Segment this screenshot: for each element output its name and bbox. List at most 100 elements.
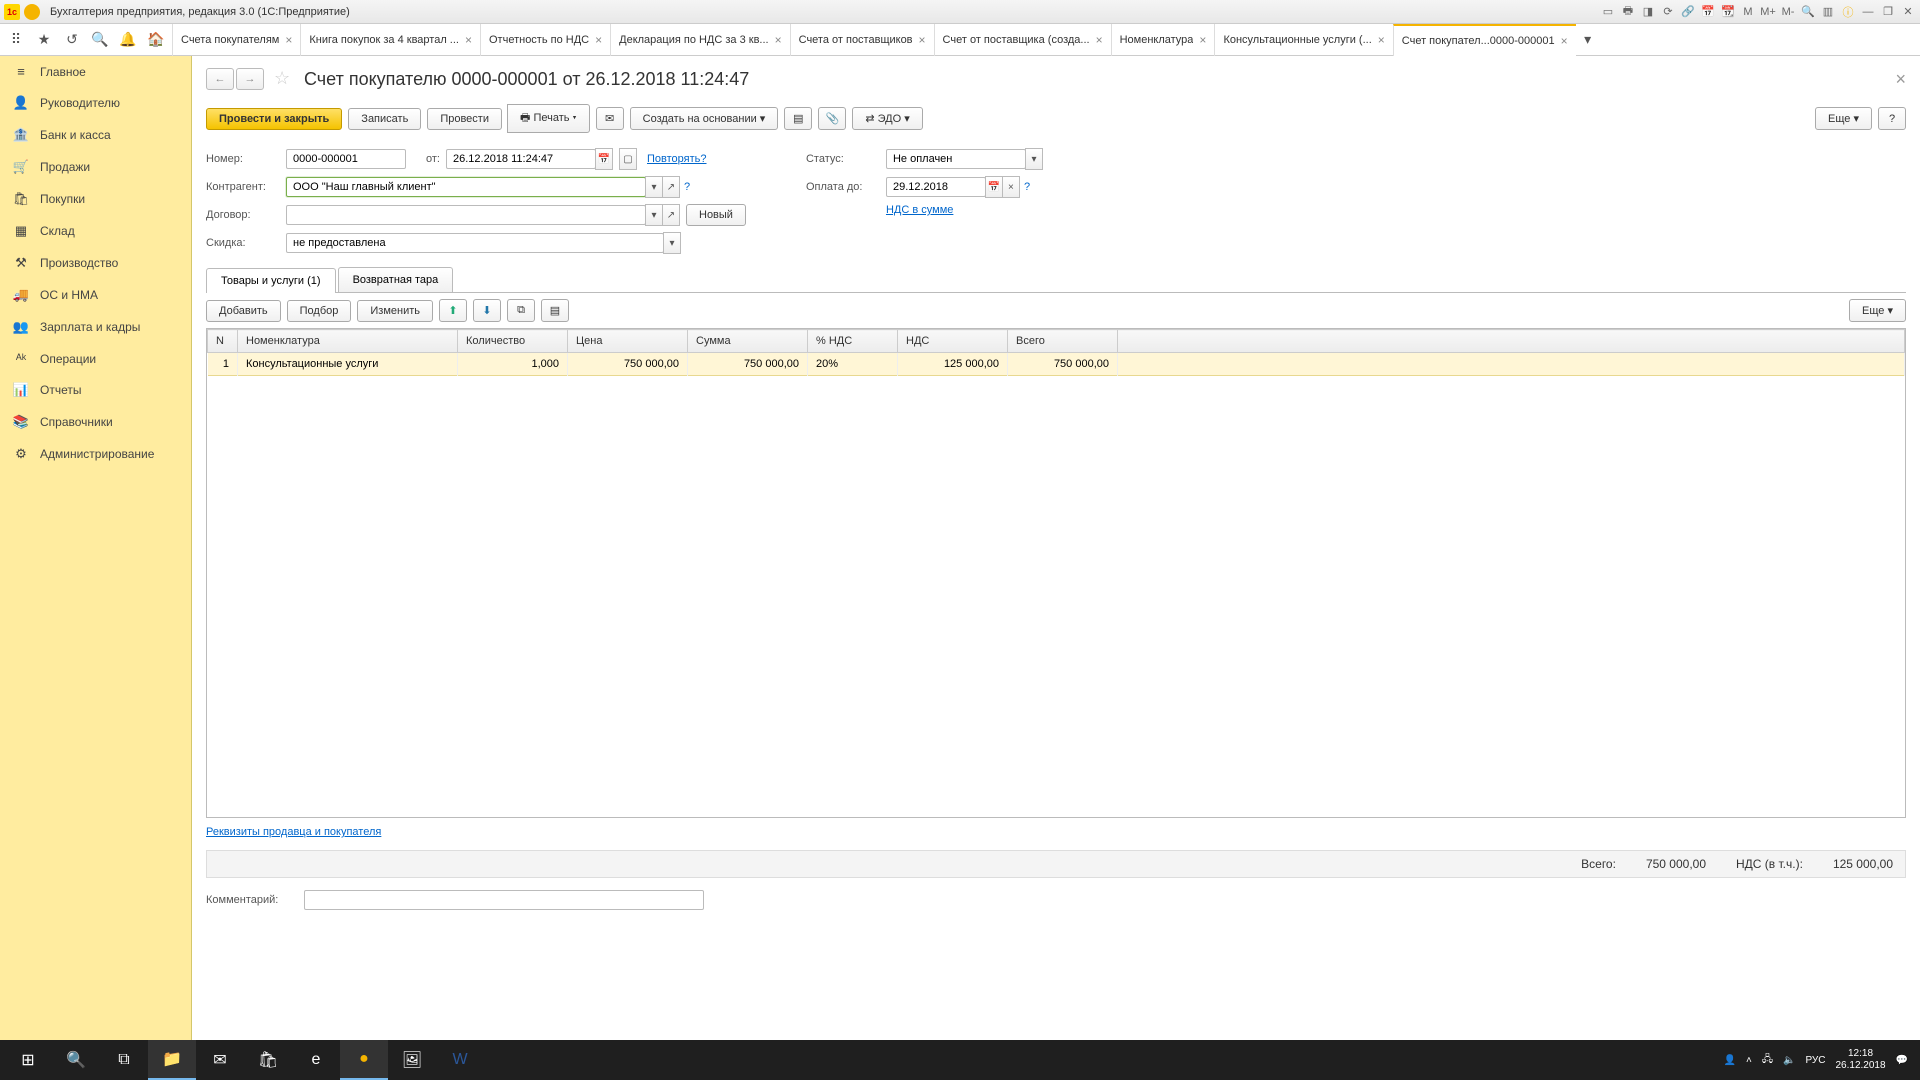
- close-document-button[interactable]: ×: [1895, 69, 1906, 90]
- col-qty[interactable]: Количество: [458, 330, 568, 353]
- help-icon[interactable]: ?: [684, 181, 690, 193]
- pay-until-input[interactable]: [886, 177, 986, 197]
- star-icon[interactable]: ★: [32, 28, 56, 52]
- sidebar-item-admin[interactable]: ⚙Администрирование: [0, 438, 191, 470]
- apps-icon[interactable]: ⠿: [4, 28, 28, 52]
- photos-icon[interactable]: 🖼: [388, 1040, 436, 1080]
- tab-6[interactable]: Номенклатура×: [1111, 24, 1215, 56]
- bell-icon[interactable]: 🔔: [116, 28, 140, 52]
- col-price[interactable]: Цена: [568, 330, 688, 353]
- tab-0[interactable]: Счета покупателям×: [172, 24, 300, 56]
- explorer-icon[interactable]: 📁: [148, 1040, 196, 1080]
- sidebar-item-assets[interactable]: 🚚ОС и НМА: [0, 279, 191, 311]
- col-n[interactable]: N: [208, 330, 238, 353]
- seller-buyer-details-link[interactable]: Реквизиты продавца и покупателя: [206, 826, 381, 838]
- dropdown-icon[interactable]: ▾: [663, 232, 681, 254]
- repeat-icon[interactable]: ▢: [619, 148, 637, 170]
- tab-8[interactable]: Счет покупател...0000-000001×: [1393, 24, 1576, 56]
- tray-volume-icon[interactable]: 🔈: [1783, 1055, 1795, 1066]
- tab-1[interactable]: Книга покупок за 4 квартал ...×: [300, 24, 480, 56]
- sidebar-item-operations[interactable]: ᴬᵏОперации: [0, 343, 191, 374]
- col-vat[interactable]: НДС: [898, 330, 1008, 353]
- tray-network-icon[interactable]: 🖧: [1762, 1052, 1773, 1069]
- tray-people-icon[interactable]: 👤: [1724, 1055, 1736, 1066]
- mail-app-icon[interactable]: ✉: [196, 1040, 244, 1080]
- dropdown-icon[interactable]: ▾: [645, 204, 663, 226]
- nav-back-button[interactable]: ←: [206, 68, 234, 90]
- calendar-icon[interactable]: 📅: [985, 176, 1003, 198]
- repeat-link[interactable]: Повторять?: [647, 153, 707, 165]
- start-button[interactable]: ⊞: [4, 1040, 52, 1080]
- tab-5[interactable]: Счет от поставщика (созда...×: [934, 24, 1111, 56]
- close-icon[interactable]: ×: [595, 33, 602, 47]
- sidebar-item-main[interactable]: ≡Главное: [0, 56, 191, 87]
- post-button[interactable]: Провести: [427, 108, 502, 130]
- close-icon[interactable]: ×: [465, 33, 472, 47]
- close-icon[interactable]: ×: [775, 33, 782, 47]
- move-down-button[interactable]: ⬇: [473, 299, 501, 322]
- search-taskbar-icon[interactable]: 🔍: [52, 1040, 100, 1080]
- store-icon[interactable]: 🛍: [244, 1040, 292, 1080]
- col-vat-pct[interactable]: % НДС: [808, 330, 898, 353]
- tb-icon-cal2[interactable]: 📆: [1720, 4, 1736, 20]
- tray-up-icon[interactable]: ˄: [1746, 1055, 1752, 1066]
- grid-more-button[interactable]: Еще ▾: [1849, 299, 1906, 322]
- tab-4[interactable]: Счета от поставщиков×: [790, 24, 934, 56]
- edge-icon[interactable]: e: [292, 1040, 340, 1080]
- tb-icon-zoom[interactable]: 🔍: [1800, 4, 1816, 20]
- tb-icon-m2[interactable]: M+: [1760, 4, 1776, 20]
- open-icon[interactable]: ↗: [662, 176, 680, 198]
- add-row-button[interactable]: Добавить: [206, 300, 281, 322]
- new-contract-button[interactable]: Новый: [686, 204, 746, 226]
- open-icon[interactable]: ↗: [662, 204, 680, 226]
- post-and-close-button[interactable]: Провести и закрыть: [206, 108, 342, 130]
- tray-lang[interactable]: РУС: [1805, 1055, 1825, 1066]
- close-icon[interactable]: ×: [1096, 33, 1103, 47]
- col-sum[interactable]: Сумма: [688, 330, 808, 353]
- help-icon[interactable]: ?: [1024, 181, 1030, 193]
- tb-icon-cal[interactable]: 📅: [1700, 4, 1716, 20]
- home-icon[interactable]: 🏠: [144, 28, 168, 52]
- sidebar-item-purchases[interactable]: 🛍Покупки: [0, 183, 191, 215]
- window-close[interactable]: ✕: [1900, 4, 1916, 20]
- tray-notifications-icon[interactable]: 💬: [1896, 1055, 1908, 1066]
- sidebar-item-manager[interactable]: 👤Руководителю: [0, 87, 191, 119]
- sidebar-item-production[interactable]: ⚒Производство: [0, 247, 191, 279]
- tab-goods-services[interactable]: Товары и услуги (1): [206, 268, 336, 293]
- close-icon[interactable]: ×: [919, 33, 926, 47]
- history-icon[interactable]: ↺: [60, 28, 84, 52]
- number-input[interactable]: [286, 149, 406, 169]
- table-row[interactable]: 1 Консультационные услуги 1,000 750 000,…: [208, 353, 1905, 376]
- contract-input[interactable]: [286, 205, 646, 225]
- mail-button[interactable]: ✉: [596, 107, 624, 130]
- dropdown-icon[interactable]: ▾: [1025, 148, 1043, 170]
- move-up-button[interactable]: ⬆: [439, 299, 467, 322]
- clear-icon[interactable]: ×: [1002, 176, 1020, 198]
- pick-button[interactable]: Подбор: [287, 300, 352, 322]
- search-icon[interactable]: 🔍: [88, 28, 112, 52]
- tab-returnable-packaging[interactable]: Возвратная тара: [338, 267, 454, 292]
- close-icon[interactable]: ×: [285, 33, 292, 47]
- edo-button[interactable]: ⇄ ЭДО ▾: [852, 107, 922, 130]
- tb-icon-refresh[interactable]: ⟳: [1660, 4, 1676, 20]
- window-minimize[interactable]: —: [1860, 4, 1876, 20]
- status-input[interactable]: [886, 149, 1026, 169]
- col-nomenclature[interactable]: Номенклатура: [238, 330, 458, 353]
- tb-icon-info[interactable]: ⓘ: [1840, 4, 1856, 20]
- tb-icon-compare[interactable]: ◨: [1640, 4, 1656, 20]
- print-button[interactable]: 🖶 Печать ▾: [507, 104, 590, 133]
- copy-button[interactable]: ⧉: [507, 299, 535, 322]
- tray-clock[interactable]: 12:18 26.12.2018: [1835, 1048, 1885, 1072]
- tb-icon-print[interactable]: 🖶: [1620, 4, 1636, 20]
- tb-icon-calc[interactable]: ▭: [1600, 4, 1616, 20]
- sidebar-item-bank[interactable]: 🏦Банк и касса: [0, 119, 191, 151]
- taskview-icon[interactable]: ⧉: [100, 1040, 148, 1080]
- close-icon[interactable]: ×: [1561, 34, 1568, 48]
- comment-input[interactable]: [304, 890, 704, 910]
- col-total[interactable]: Всего: [1008, 330, 1118, 353]
- favorite-star-icon[interactable]: ☆: [274, 68, 296, 90]
- close-icon[interactable]: ×: [1378, 33, 1385, 47]
- create-based-button[interactable]: Создать на основании ▾: [630, 107, 779, 130]
- tab-dropdown-icon[interactable]: ▾: [1576, 28, 1600, 52]
- tb-icon-m3[interactable]: M-: [1780, 4, 1796, 20]
